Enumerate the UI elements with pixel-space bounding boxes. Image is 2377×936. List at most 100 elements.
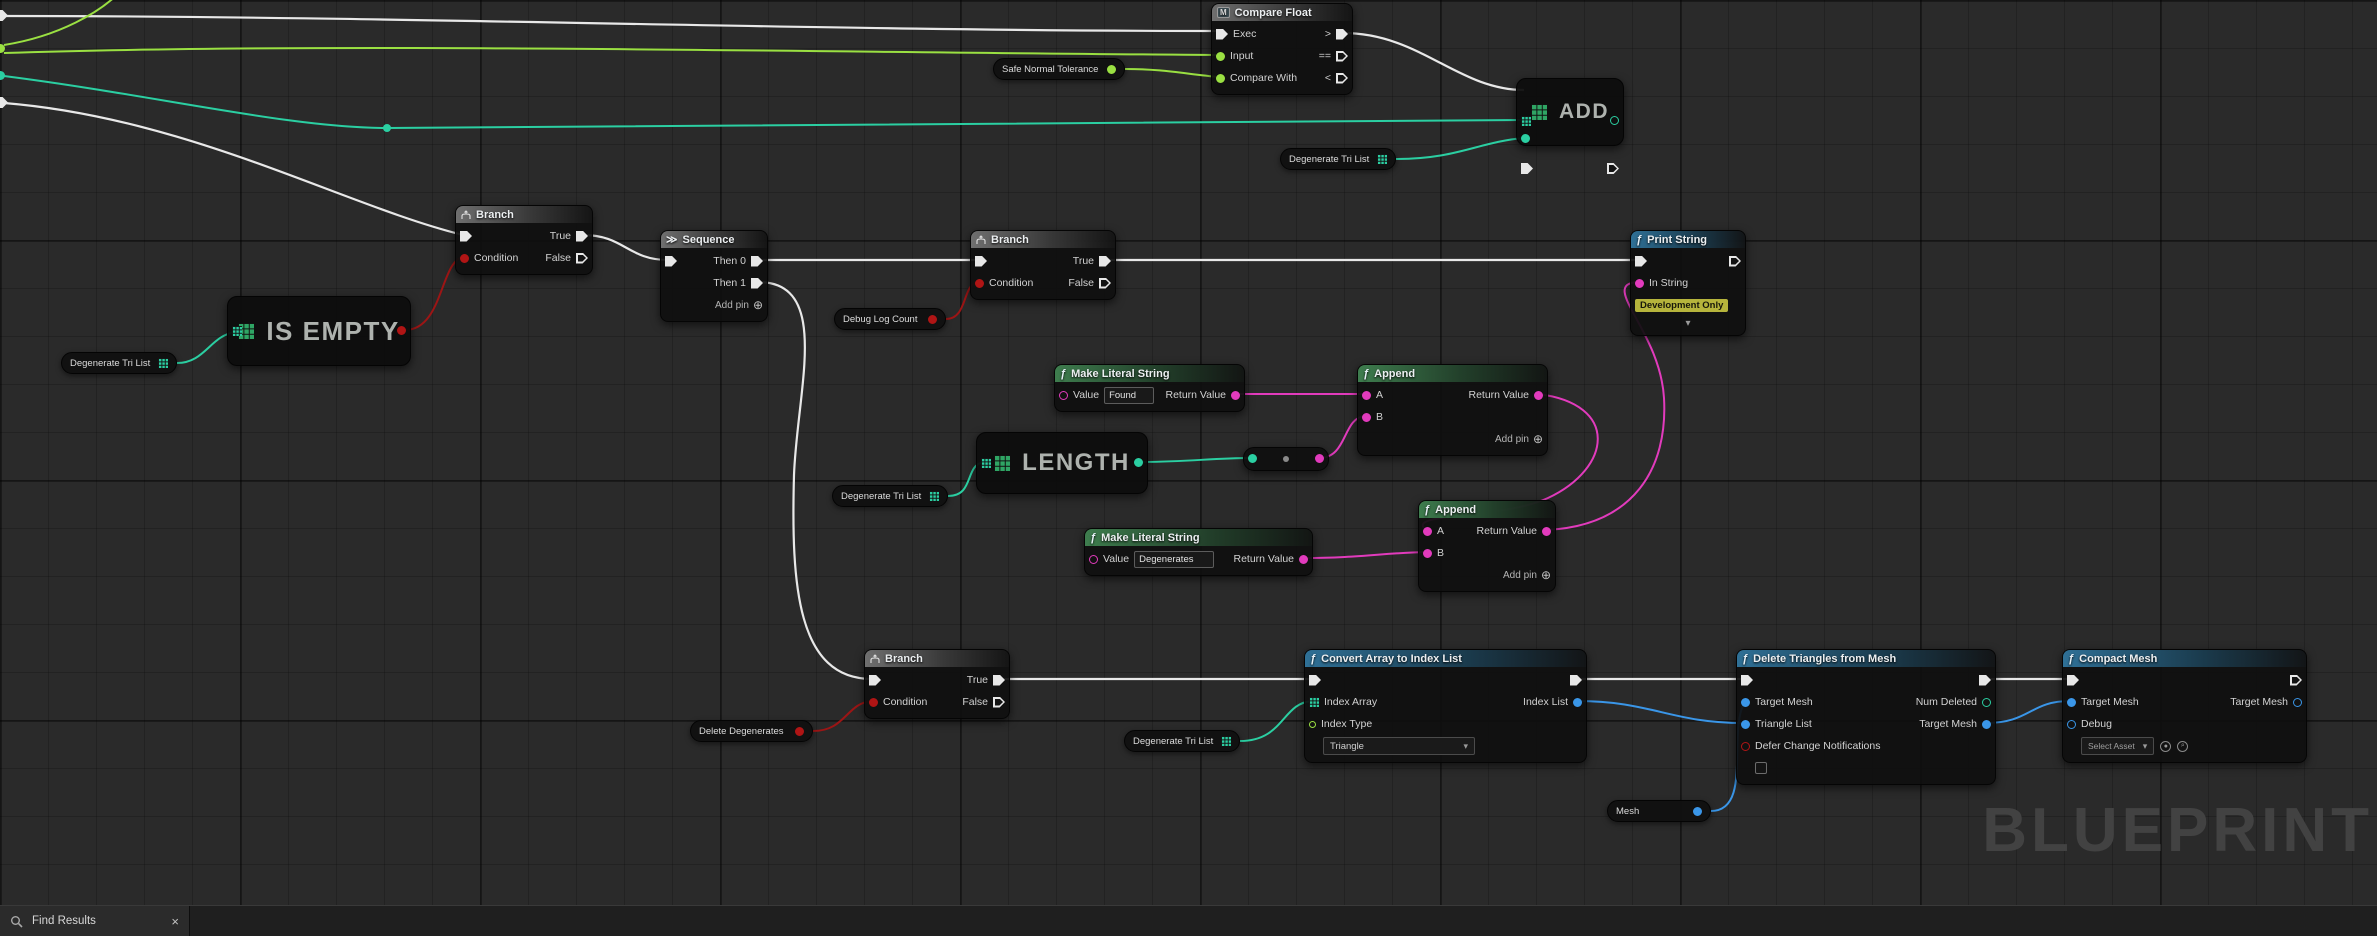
exec-in-pin[interactable] bbox=[460, 230, 472, 242]
expand-node-button[interactable]: ▾ bbox=[1631, 316, 1745, 330]
exec-in-pin[interactable] bbox=[1635, 255, 1647, 267]
a-pin[interactable] bbox=[1362, 390, 1371, 400]
index-array-pin[interactable] bbox=[1309, 697, 1319, 707]
to-string-conversion-node[interactable] bbox=[1243, 447, 1329, 471]
exec-true-pin[interactable] bbox=[1099, 255, 1111, 267]
select-asset-dropdown[interactable]: Select Asset ▾ bbox=[2081, 737, 2155, 755]
return-value-pin[interactable] bbox=[1534, 390, 1543, 400]
find-results-tab[interactable]: Find Results × bbox=[0, 906, 190, 936]
exec-out-pin[interactable] bbox=[2290, 674, 2302, 686]
blueprint-canvas[interactable]: M Compare Float Exec > Input == Compare … bbox=[0, 0, 2377, 936]
new-item-pin[interactable] bbox=[1521, 134, 1530, 143]
array-out-pin[interactable] bbox=[1221, 736, 1231, 746]
exec-in-pin[interactable] bbox=[975, 255, 987, 267]
array-is-empty-node[interactable]: IS EMPTY bbox=[227, 296, 411, 366]
bool-out-pin[interactable] bbox=[928, 314, 937, 324]
target-mesh-out-pin[interactable] bbox=[2293, 697, 2302, 707]
exec-then0-pin[interactable] bbox=[751, 255, 763, 267]
value-input[interactable] bbox=[1104, 386, 1155, 404]
triangle-list-pin[interactable] bbox=[1741, 719, 1750, 729]
use-selected-asset-icon[interactable]: ● bbox=[2160, 740, 2172, 752]
value-pin[interactable] bbox=[1059, 390, 1068, 400]
browse-asset-icon[interactable]: ⌕ bbox=[2177, 740, 2189, 752]
variable-degenerate-tri-list[interactable]: Degenerate Tri List bbox=[1124, 730, 1240, 752]
exec-in-pin[interactable] bbox=[665, 255, 677, 267]
defer-checkbox[interactable] bbox=[1755, 762, 1767, 774]
bool-out-pin[interactable] bbox=[397, 326, 406, 335]
exec-then1-pin[interactable] bbox=[751, 277, 763, 289]
array-out-pin[interactable] bbox=[1377, 154, 1387, 164]
b-pin[interactable] bbox=[1362, 412, 1371, 422]
variable-mesh[interactable]: Mesh bbox=[1607, 800, 1711, 822]
variable-degenerate-tri-list[interactable]: Degenerate Tri List bbox=[832, 485, 948, 507]
index-type-dropdown[interactable]: Triangle ▾ bbox=[1323, 737, 1475, 755]
target-mesh-out-pin[interactable] bbox=[1982, 719, 1991, 729]
input-pin[interactable] bbox=[1216, 51, 1225, 61]
bool-out-pin[interactable] bbox=[795, 726, 804, 736]
index-type-pin[interactable] bbox=[1309, 720, 1316, 728]
in-string-pin[interactable] bbox=[1635, 278, 1644, 288]
return-value-pin[interactable] bbox=[1231, 390, 1240, 400]
return-value-pin[interactable] bbox=[1542, 526, 1551, 536]
condition-pin[interactable] bbox=[460, 253, 469, 263]
target-mesh-pin[interactable] bbox=[1741, 697, 1750, 707]
variable-delete-degenerates[interactable]: Delete Degenerates bbox=[690, 720, 813, 742]
exec-in-pin[interactable] bbox=[1309, 674, 1321, 686]
exec-false-pin[interactable] bbox=[993, 696, 1005, 708]
variable-debug-log-count[interactable]: Debug Log Count bbox=[834, 308, 946, 330]
append-node-2[interactable]: ƒ Append A Return Value B Add pin ⊕ bbox=[1418, 500, 1556, 592]
branch-node-2[interactable]: Branch True Condition False bbox=[970, 230, 1116, 300]
target-array-pin[interactable] bbox=[981, 458, 991, 468]
value-pin[interactable] bbox=[1089, 554, 1098, 564]
target-array-pin[interactable] bbox=[232, 326, 242, 336]
value-input[interactable] bbox=[1134, 550, 1215, 568]
print-string-node[interactable]: ƒ Print String In String Development Onl… bbox=[1630, 230, 1746, 336]
num-deleted-pin[interactable] bbox=[1982, 697, 1991, 707]
delete-triangles-from-mesh-node[interactable]: ƒ Delete Triangles from Mesh Target Mesh… bbox=[1736, 649, 1996, 785]
array-out-pin[interactable] bbox=[929, 491, 939, 501]
exec-false-pin[interactable] bbox=[576, 252, 588, 264]
make-literal-string-node-2[interactable]: ƒ Make Literal String Value Return Value bbox=[1084, 528, 1313, 576]
exec-true-pin[interactable] bbox=[993, 674, 1005, 686]
defer-change-notifications-pin[interactable] bbox=[1741, 741, 1750, 751]
variable-degenerate-tri-list[interactable]: Degenerate Tri List bbox=[1280, 148, 1396, 170]
index-list-pin[interactable] bbox=[1573, 697, 1582, 707]
object-out-pin[interactable] bbox=[1693, 806, 1702, 816]
return-index-pin[interactable] bbox=[1610, 116, 1619, 125]
variable-degenerate-tri-list[interactable]: Degenerate Tri List bbox=[61, 352, 177, 374]
append-node-1[interactable]: ƒ Append A Return Value B Add pin ⊕ bbox=[1357, 364, 1548, 456]
compact-mesh-node[interactable]: ƒ Compact Mesh Target Mesh Target Mesh D… bbox=[2062, 649, 2307, 763]
exec-in-pin[interactable] bbox=[1216, 28, 1228, 40]
exec-in-pin[interactable] bbox=[869, 674, 881, 686]
exec-gt-pin[interactable] bbox=[1336, 28, 1348, 40]
exec-out-pin[interactable] bbox=[1979, 674, 1991, 686]
debug-pin[interactable] bbox=[2067, 719, 2076, 729]
target-mesh-pin[interactable] bbox=[2067, 697, 2076, 707]
exec-eq-pin[interactable] bbox=[1336, 50, 1348, 62]
a-pin[interactable] bbox=[1423, 526, 1432, 536]
float-out-pin[interactable] bbox=[1107, 64, 1116, 74]
add-pin-button[interactable]: Add pin ⊕ bbox=[715, 299, 763, 311]
int-in-pin[interactable] bbox=[1248, 454, 1257, 463]
exec-in-pin[interactable] bbox=[1741, 674, 1753, 686]
compare-float-node[interactable]: M Compare Float Exec > Input == Compare … bbox=[1211, 3, 1353, 95]
sequence-node[interactable]: ≫ Sequence Then 0 Then 1 Add pin ⊕ bbox=[660, 230, 768, 322]
exec-out-pin[interactable] bbox=[1570, 674, 1582, 686]
length-out-pin[interactable] bbox=[1134, 458, 1143, 467]
return-value-pin[interactable] bbox=[1299, 554, 1308, 564]
string-out-pin[interactable] bbox=[1315, 454, 1324, 463]
exec-in-pin[interactable] bbox=[2067, 674, 2079, 686]
array-out-pin[interactable] bbox=[158, 358, 168, 368]
b-pin[interactable] bbox=[1423, 548, 1432, 558]
branch-node-1[interactable]: Branch True Condition False bbox=[455, 205, 593, 275]
branch-node-3[interactable]: Branch True Condition False bbox=[864, 649, 1010, 719]
reroute-junction[interactable] bbox=[383, 124, 391, 132]
target-array-pin[interactable] bbox=[1521, 116, 1531, 126]
exec-true-pin[interactable] bbox=[576, 230, 588, 242]
exec-lt-pin[interactable] bbox=[1336, 72, 1348, 84]
close-icon[interactable]: × bbox=[171, 914, 179, 929]
condition-pin[interactable] bbox=[975, 278, 984, 288]
make-literal-string-node-1[interactable]: ƒ Make Literal String Value Return Value bbox=[1054, 364, 1245, 412]
array-add-node[interactable]: ADD bbox=[1516, 78, 1624, 174]
variable-safe-normal-tolerance[interactable]: Safe Normal Tolerance bbox=[993, 58, 1125, 80]
